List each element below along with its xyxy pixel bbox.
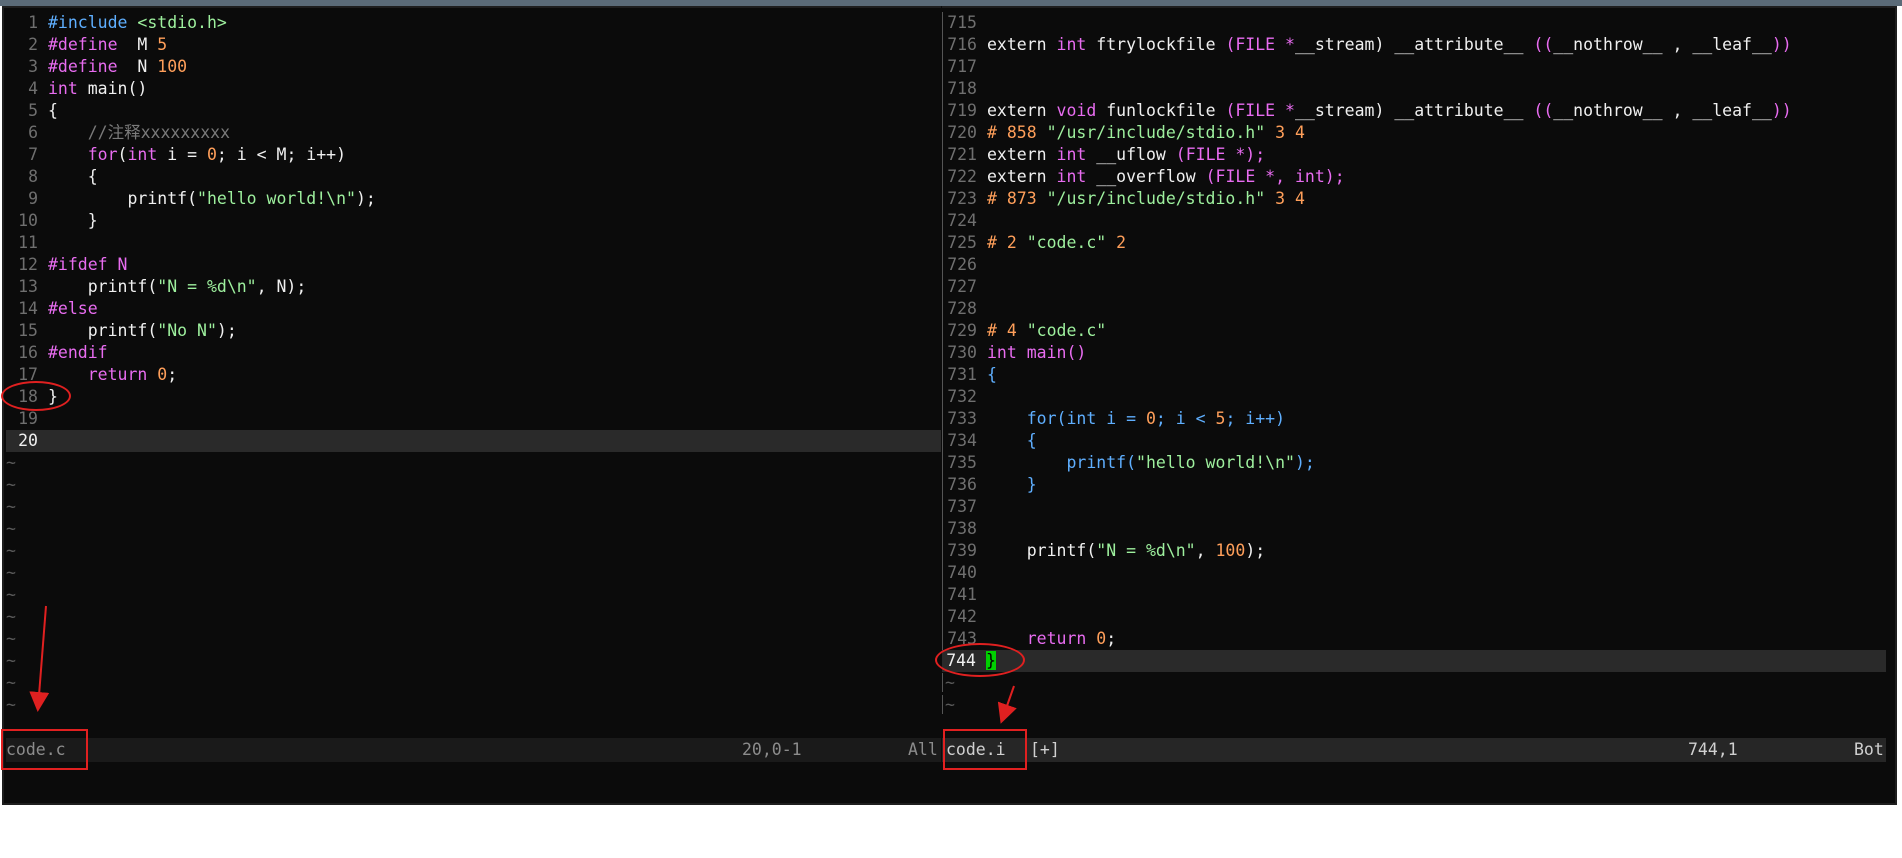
annotation-arrows (29, 605, 1017, 724)
arrow-to-right-filename (997, 685, 1017, 724)
arrow-to-left-filename (29, 605, 50, 712)
